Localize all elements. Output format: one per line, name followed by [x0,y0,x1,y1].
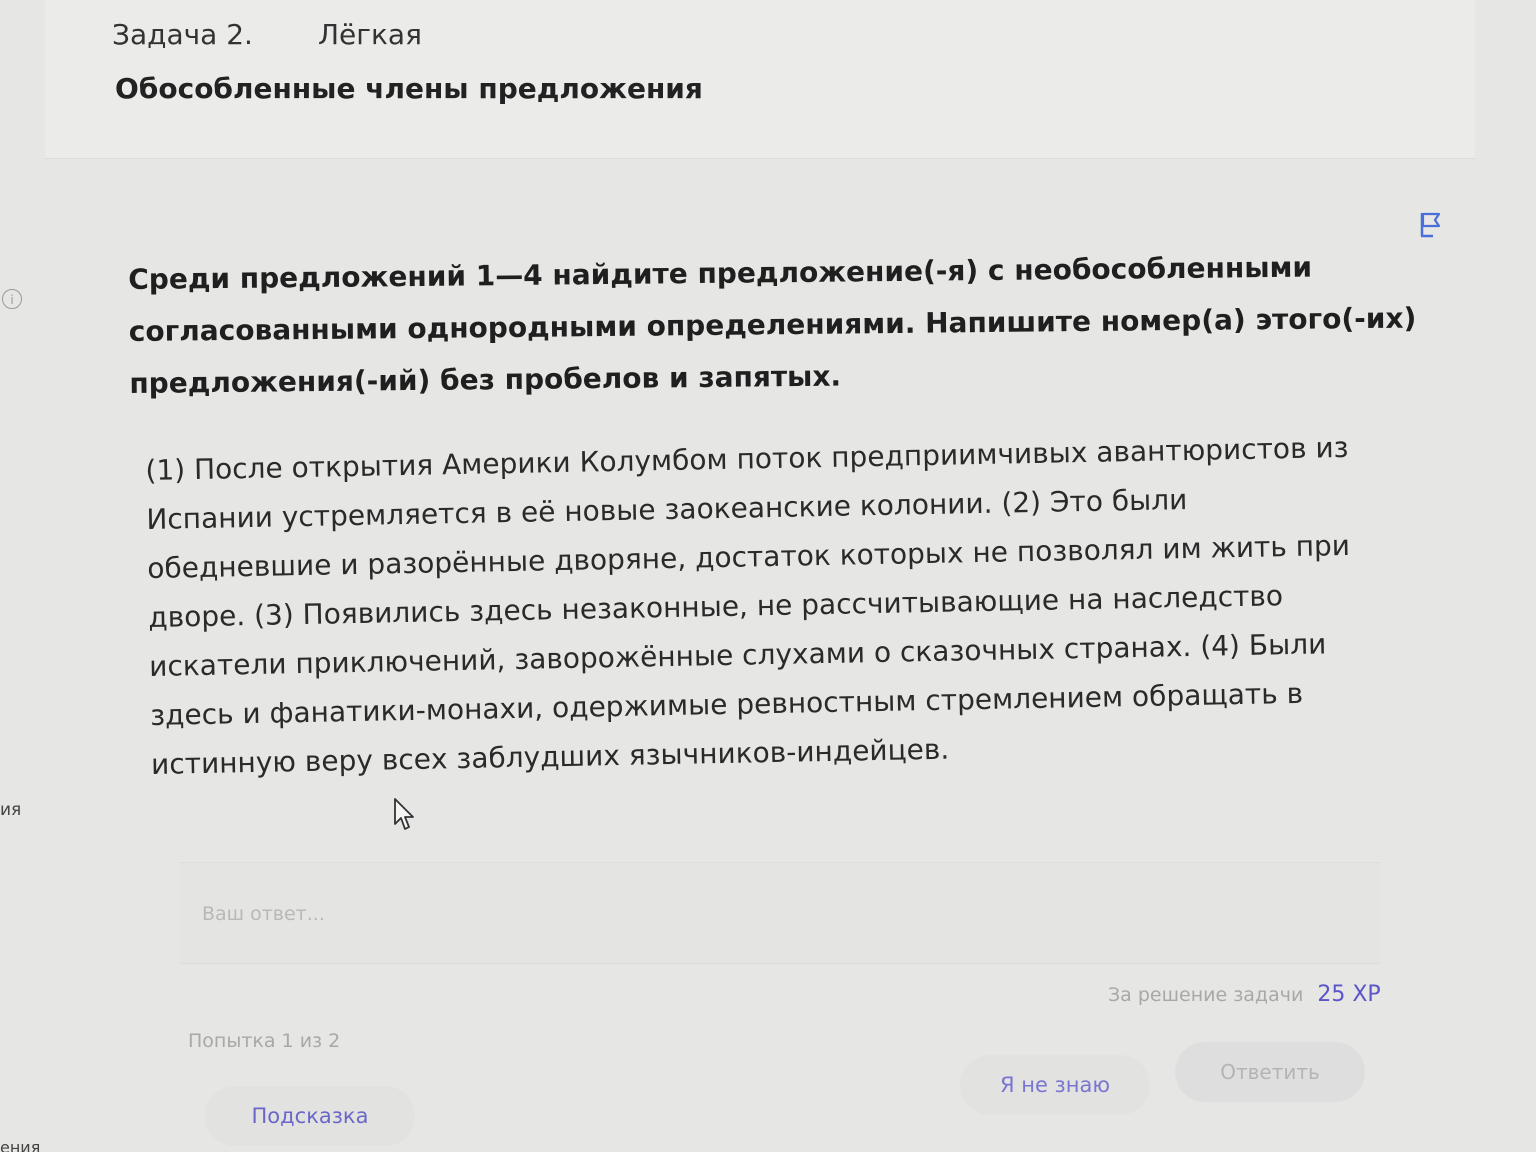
flag-icon[interactable] [1418,210,1444,238]
difficulty-label: Лёгкая [318,18,422,51]
task-page: Задача 2. Лёгкая Обособленные члены пред… [0,0,1536,1152]
dont-know-button[interactable]: Я не знаю [960,1055,1150,1115]
reward-label: За решение задачи [1108,984,1304,1006]
question-text: Среди предложений 1—4 найдите предложени… [128,250,1417,400]
passage-text: (1) После открытия Америки Колумбом пото… [145,430,1351,781]
answer-input[interactable] [200,893,1104,935]
info-icon[interactable]: i [2,289,22,309]
sidebar-partial-label[interactable]: ия [0,800,21,820]
task-number: Задача 2. [112,18,253,51]
reward-value: 25 XP [1317,982,1381,1007]
submit-button[interactable]: Ответить [1175,1042,1365,1102]
hint-button[interactable]: Подсказка [205,1086,415,1146]
task-topic: Обособленные члены предложения [115,72,703,105]
sidebar-partial-label-bottom[interactable]: ения [0,1138,40,1152]
reward-info: За решение задачи 25 XP [1108,982,1381,1007]
cursor-icon [394,798,414,830]
attempt-counter: Попытка 1 из 2 [188,1030,341,1052]
